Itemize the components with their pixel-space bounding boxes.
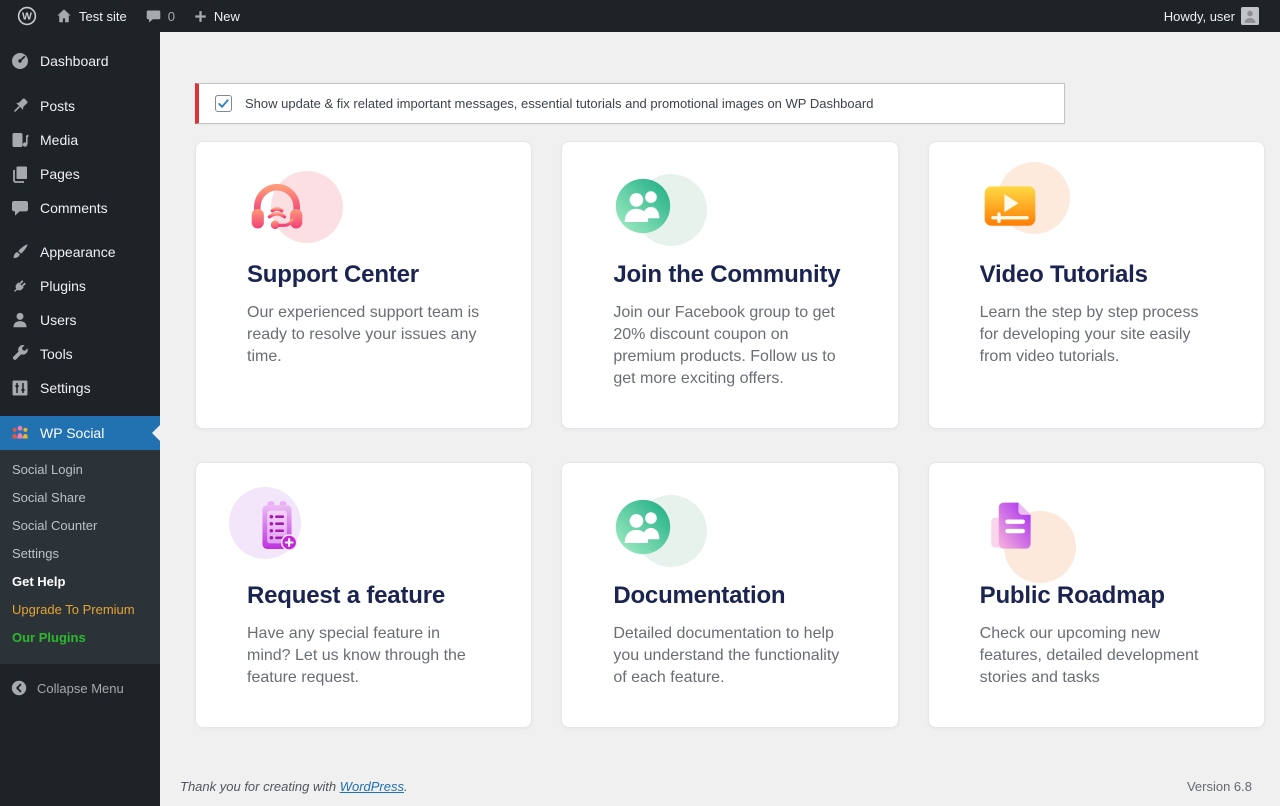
sidebar-item-appearance[interactable]: Appearance: [0, 235, 160, 269]
card-title: Video Tutorials: [980, 261, 1214, 289]
submenu-item-get-help[interactable]: Get Help: [0, 568, 160, 596]
sidebar-item-label: Pages: [40, 166, 80, 182]
wp-social-icon: [10, 423, 30, 443]
card-body: Learn the step by step process for devel…: [980, 302, 1214, 368]
sidebar-item-label: Comments: [40, 200, 108, 216]
card-body: Have any special feature in mind? Let us…: [247, 623, 481, 689]
wordpress-logo-button[interactable]: W: [8, 0, 46, 32]
wordpress-logo-icon: W: [17, 6, 37, 26]
card-body: Join our Facebook group to get 20% disco…: [613, 302, 847, 390]
footer-thanks-text: Thank you for creating with WordPress.: [180, 779, 408, 794]
card-video-tutorials[interactable]: Video Tutorials Learn the step by step p…: [928, 141, 1265, 429]
sidebar-item-users[interactable]: Users: [0, 303, 160, 337]
comment-bubble-icon: [145, 8, 162, 25]
headset-icon: [247, 176, 307, 236]
comment-count-badge: 0: [168, 9, 175, 24]
collapse-menu-label: Collapse Menu: [37, 681, 124, 696]
wrench-icon: [10, 344, 30, 364]
sidebar-item-settings[interactable]: Settings: [0, 371, 160, 405]
card-public-roadmap[interactable]: Public Roadmap Check our upcoming new fe…: [928, 462, 1265, 728]
site-name-link[interactable]: Test site: [46, 0, 136, 32]
show-messages-checkbox[interactable]: [215, 95, 232, 112]
site-name-label: Test site: [79, 9, 127, 24]
sidebar-item-dashboard[interactable]: Dashboard: [0, 44, 160, 78]
wp-social-submenu: Social Login Social Share Social Counter…: [0, 450, 160, 664]
admin-footer: Thank you for creating with WordPress. V…: [160, 769, 1280, 806]
sidebar-item-wp-social[interactable]: WP Social: [0, 416, 160, 450]
sidebar-item-pages[interactable]: Pages: [0, 157, 160, 191]
card-title: Support Center: [247, 261, 481, 289]
sidebar-item-label: Appearance: [40, 244, 116, 260]
sidebar-item-label: Dashboard: [40, 53, 109, 69]
pages-icon: [10, 164, 30, 184]
dashboard-icon: [10, 51, 30, 71]
footer-thanks-suffix: .: [404, 779, 408, 794]
submenu-item-social-login[interactable]: Social Login: [0, 456, 160, 484]
media-icon: [10, 130, 30, 150]
current-menu-arrow: [152, 425, 160, 441]
card-body: Check our upcoming new features, detaile…: [980, 623, 1214, 689]
card-title: Documentation: [613, 582, 847, 610]
submenu-item-social-share[interactable]: Social Share: [0, 484, 160, 512]
admin-bar: W Test site 0 New Howdy, user: [0, 0, 1280, 32]
sidebar-item-plugins[interactable]: Plugins: [0, 269, 160, 303]
sidebar-item-media[interactable]: Media: [0, 123, 160, 157]
sidebar-item-label: Plugins: [40, 278, 86, 294]
collapse-menu-button[interactable]: Collapse Menu: [0, 670, 160, 706]
community-people-icon: [613, 176, 673, 236]
help-cards-grid: Support Center Our experienced support t…: [195, 141, 1265, 728]
plugin-icon: [10, 276, 30, 296]
howdy-label: Howdy, user: [1164, 9, 1235, 24]
footer-thanks-prefix: Thank you for creating with: [180, 779, 336, 794]
home-icon: [55, 7, 73, 25]
sidebar-item-label: Settings: [40, 380, 91, 396]
sidebar-item-label: Tools: [40, 346, 73, 362]
user-avatar: [1241, 7, 1259, 25]
submenu-item-upgrade-premium[interactable]: Upgrade To Premium: [0, 596, 160, 624]
wordpress-footer-link[interactable]: WordPress: [340, 779, 404, 794]
notice-label[interactable]: Show update & fix related important mess…: [245, 96, 873, 111]
card-body: Detailed documentation to help you under…: [613, 623, 847, 689]
appearance-brush-icon: [10, 242, 30, 262]
sidebar-item-label: Media: [40, 132, 78, 148]
video-play-icon: [980, 176, 1040, 236]
roadmap-document-icon: [980, 497, 1040, 557]
sidebar-item-tools[interactable]: Tools: [0, 337, 160, 371]
new-label: New: [214, 9, 240, 24]
sidebar-item-posts[interactable]: Posts: [0, 89, 160, 123]
svg-text:W: W: [22, 11, 32, 23]
my-account-menu[interactable]: Howdy, user: [1155, 0, 1268, 32]
documentation-people-icon: [613, 497, 673, 557]
admin-sidebar: Dashboard Posts Media: [0, 32, 160, 806]
settings-sliders-icon: [10, 378, 30, 398]
comments-icon: [10, 198, 30, 218]
card-request-feature[interactable]: Request a feature Have any special featu…: [195, 462, 532, 728]
comments-moderation-link[interactable]: 0: [136, 0, 184, 32]
sidebar-item-label: Posts: [40, 98, 75, 114]
submenu-item-our-plugins[interactable]: Our Plugins: [0, 624, 160, 652]
submenu-item-settings[interactable]: Settings: [0, 540, 160, 568]
card-title: Request a feature: [247, 582, 481, 610]
pin-icon: [10, 96, 30, 116]
plus-icon: [193, 9, 208, 24]
sidebar-item-label: WP Social: [40, 425, 104, 441]
card-support-center[interactable]: Support Center Our experienced support t…: [195, 141, 532, 429]
sidebar-item-comments[interactable]: Comments: [0, 191, 160, 225]
new-content-button[interactable]: New: [184, 0, 249, 32]
users-icon: [10, 310, 30, 330]
sidebar-item-label: Users: [40, 312, 77, 328]
card-title: Public Roadmap: [980, 582, 1214, 610]
card-documentation[interactable]: Documentation Detailed documentation to …: [561, 462, 898, 728]
collapse-arrow-icon: [10, 679, 28, 697]
feature-request-icon: [247, 497, 307, 557]
card-title: Join the Community: [613, 261, 847, 289]
card-join-community[interactable]: Join the Community Join our Facebook gro…: [561, 141, 898, 429]
card-body: Our experienced support team is ready to…: [247, 302, 481, 368]
version-label: Version 6.8: [1187, 779, 1252, 794]
submenu-item-social-counter[interactable]: Social Counter: [0, 512, 160, 540]
dashboard-messages-notice: Show update & fix related important mess…: [195, 83, 1065, 124]
checkmark-icon: [217, 97, 230, 110]
main-content: Show update & fix related important mess…: [160, 0, 1280, 806]
